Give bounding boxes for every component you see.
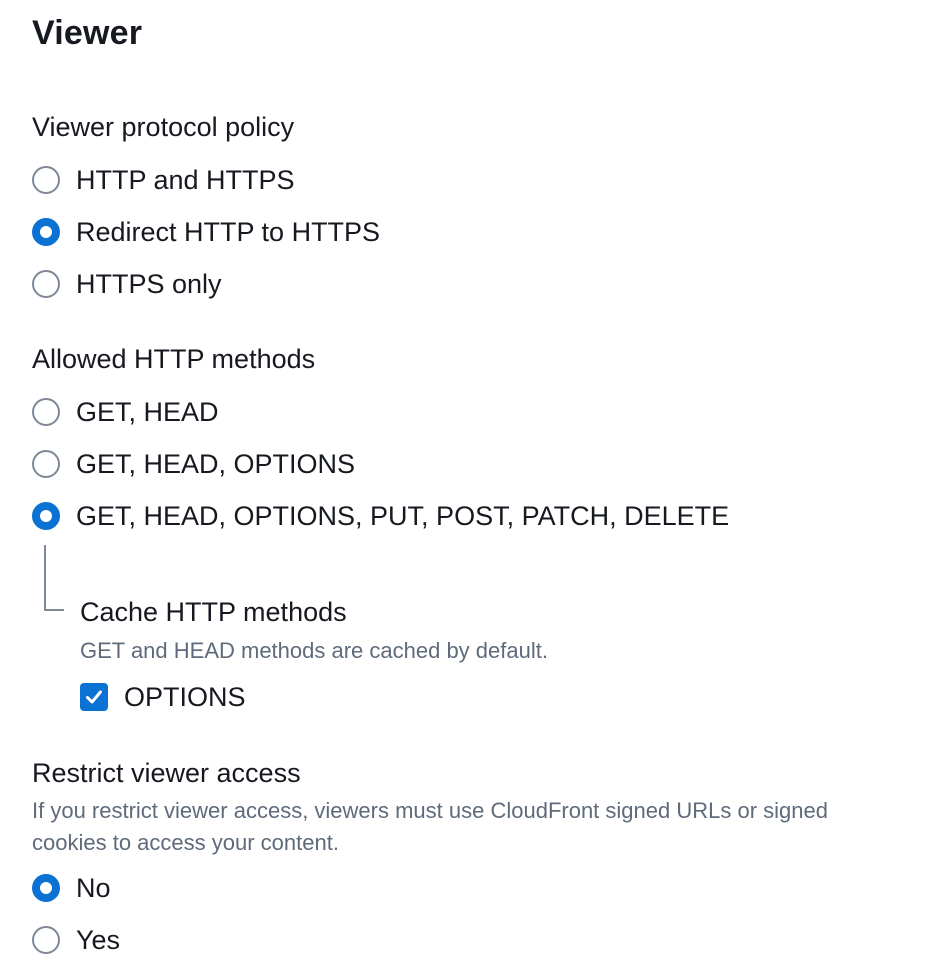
- option-label: GET, HEAD, OPTIONS, PUT, POST, PATCH, DE…: [76, 501, 730, 531]
- cache-methods-label: Cache HTTP methods: [80, 597, 347, 627]
- option-label: Yes: [76, 925, 121, 955]
- option-label: HTTPS only: [76, 269, 222, 299]
- checkbox-label: OPTIONS: [124, 682, 246, 712]
- radio-button[interactable]: [32, 398, 60, 426]
- radio-button-selected[interactable]: [32, 874, 60, 902]
- radio-button[interactable]: [32, 270, 60, 298]
- allowed-methods-label: Allowed HTTP methods: [32, 344, 316, 374]
- protocol-option-https-only[interactable]: HTTPS only: [32, 267, 222, 301]
- checkbox-checked[interactable]: [80, 683, 108, 711]
- restrict-option-yes[interactable]: Yes: [32, 923, 120, 957]
- checkmark-icon: [86, 690, 102, 704]
- restrict-access-label: Restrict viewer access: [32, 758, 301, 788]
- option-label: Redirect HTTP to HTTPS: [76, 217, 381, 247]
- protocol-policy-label: Viewer protocol policy: [32, 112, 295, 142]
- radio-button[interactable]: [32, 450, 60, 478]
- cache-methods-description: GET and HEAD methods are cached by defau…: [80, 638, 548, 663]
- methods-option-all[interactable]: GET, HEAD, OPTIONS, PUT, POST, PATCH, DE…: [32, 499, 729, 533]
- option-label: No: [76, 873, 111, 903]
- restrict-option-no[interactable]: No: [32, 871, 111, 905]
- radio-button-selected[interactable]: [32, 502, 60, 530]
- protocol-option-redirect-http-to-https[interactable]: Redirect HTTP to HTTPS: [32, 215, 380, 249]
- option-label: HTTP and HTTPS: [76, 165, 295, 195]
- radio-button[interactable]: [32, 926, 60, 954]
- radio-button-selected[interactable]: [32, 218, 60, 246]
- cache-options-checkbox-row[interactable]: OPTIONS: [80, 680, 246, 714]
- nested-connector-line: [44, 545, 64, 611]
- methods-option-get-head[interactable]: GET, HEAD: [32, 395, 219, 429]
- radio-button[interactable]: [32, 166, 60, 194]
- restrict-access-description-line2: cookies to access your content.: [32, 830, 339, 855]
- option-label: GET, HEAD: [76, 397, 219, 427]
- option-label: GET, HEAD, OPTIONS: [76, 449, 356, 479]
- protocol-option-http-and-https[interactable]: HTTP and HTTPS: [32, 163, 295, 197]
- restrict-access-description-line1: If you restrict viewer access, viewers m…: [32, 798, 828, 823]
- methods-option-get-head-options[interactable]: GET, HEAD, OPTIONS: [32, 447, 355, 481]
- section-title: Viewer: [32, 14, 143, 52]
